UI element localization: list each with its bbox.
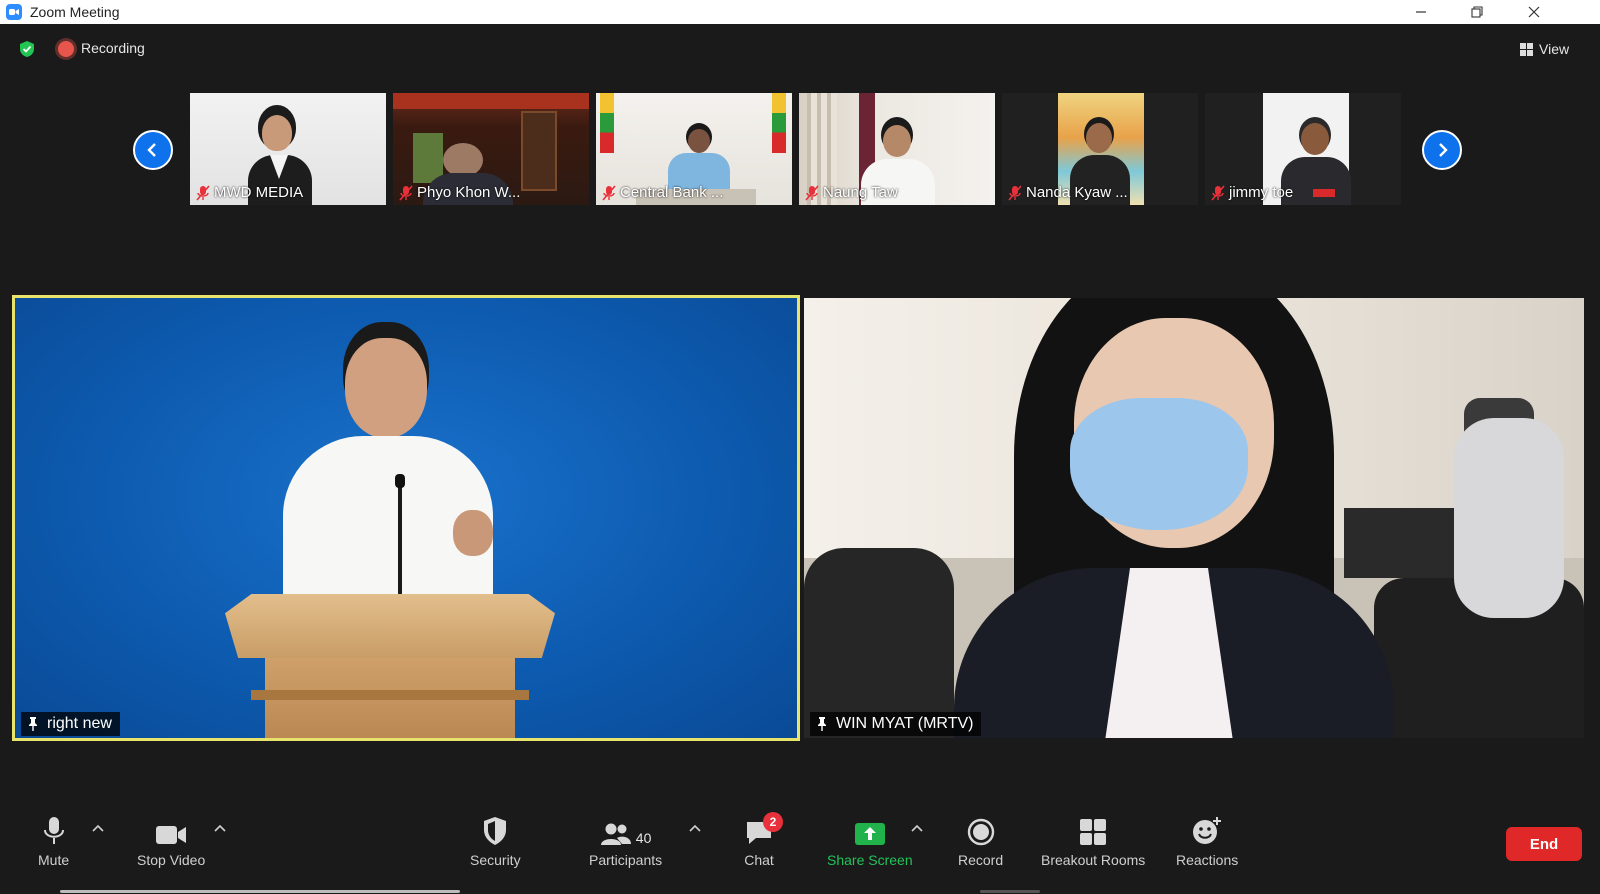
restore-icon bbox=[1471, 6, 1483, 18]
security-label: Security bbox=[470, 852, 521, 868]
participants-icon bbox=[600, 823, 631, 845]
participant-thumbnail-1[interactable]: MWD MEDIA bbox=[190, 93, 386, 205]
participant-name: MWD MEDIA bbox=[214, 184, 304, 201]
participant-name: WIN MYAT (MRTV) bbox=[836, 715, 974, 732]
breakout-rooms-label: Breakout Rooms bbox=[1041, 852, 1146, 868]
participant-thumbnail-5[interactable]: Nanda Kyaw ... bbox=[1002, 93, 1198, 205]
minimize-icon bbox=[1416, 11, 1426, 13]
tile-name-label: right new bbox=[21, 712, 120, 736]
thumbnail-label: Nanda Kyaw ... bbox=[1008, 184, 1128, 201]
shield-icon bbox=[484, 817, 507, 845]
participant-name: Nanda Kyaw ... bbox=[1026, 184, 1128, 201]
recording-label[interactable]: Recording bbox=[81, 40, 145, 56]
participant-thumbnail-4[interactable]: Naung Taw bbox=[799, 93, 995, 205]
restore-button[interactable] bbox=[1453, 0, 1501, 24]
close-icon bbox=[1528, 6, 1540, 18]
view-button[interactable]: View bbox=[1520, 38, 1569, 60]
reactions-button[interactable]: Reactions bbox=[1176, 814, 1238, 868]
record-circle-icon bbox=[967, 818, 994, 846]
thumbnail-label: Naung Taw bbox=[805, 184, 898, 201]
main-video-tile[interactable]: WIN MYAT (MRTV) bbox=[804, 298, 1584, 738]
thumbnail-label: Phyo Khon W... bbox=[399, 184, 520, 201]
security-button[interactable]: Security bbox=[470, 814, 521, 868]
pin-icon bbox=[29, 717, 37, 731]
scroll-indicator bbox=[60, 890, 460, 893]
video-options-chevron-up-icon[interactable] bbox=[214, 824, 226, 832]
share-screen-label: Share Screen bbox=[827, 852, 913, 868]
mic-muted-icon bbox=[1008, 184, 1022, 201]
previous-page-button[interactable] bbox=[133, 130, 173, 170]
breakout-rooms-button[interactable]: Breakout Rooms bbox=[1041, 814, 1145, 868]
chat-label: Chat bbox=[744, 852, 774, 868]
chevron-left-icon bbox=[147, 143, 156, 157]
participant-thumbnail-3[interactable]: Central Bank ... bbox=[596, 93, 792, 205]
thumbnail-label: Central Bank ... bbox=[602, 184, 723, 201]
audio-options-chevron-up-icon[interactable] bbox=[92, 824, 104, 832]
stop-video-label: Stop Video bbox=[137, 852, 206, 868]
minimize-button[interactable] bbox=[1397, 0, 1445, 24]
mic-muted-icon bbox=[602, 184, 616, 201]
participants-label: Participants bbox=[589, 852, 663, 868]
main-video-tile-active-speaker[interactable]: right new bbox=[12, 295, 800, 741]
grid-view-icon bbox=[1520, 42, 1533, 56]
participant-name: Naung Taw bbox=[823, 184, 898, 201]
reactions-label: Reactions bbox=[1176, 852, 1239, 868]
end-meeting-button[interactable]: End bbox=[1506, 827, 1582, 861]
participants-count: 40 bbox=[635, 830, 652, 846]
mute-label: Mute bbox=[38, 852, 70, 868]
view-label: View bbox=[1539, 41, 1570, 57]
next-page-button[interactable] bbox=[1422, 130, 1462, 170]
stop-video-button[interactable]: Stop Video bbox=[137, 814, 205, 868]
mic-muted-icon bbox=[196, 184, 210, 201]
participant-name: Phyo Khon W... bbox=[417, 184, 521, 201]
participant-name: Central Bank ... bbox=[620, 184, 724, 201]
window-title: Zoom Meeting bbox=[30, 4, 120, 20]
pin-icon bbox=[818, 717, 826, 731]
encryption-shield-icon[interactable] bbox=[18, 40, 36, 58]
participant-thumbnail-6[interactable]: jimmy toe bbox=[1205, 93, 1401, 205]
share-screen-arrow-icon bbox=[854, 823, 885, 845]
meeting-toolbar: Mute Stop Video Security 40 Participants… bbox=[0, 800, 1600, 894]
breakout-rooms-grid-icon bbox=[1080, 819, 1107, 845]
mic-muted-icon bbox=[399, 184, 413, 201]
mute-button[interactable]: Mute bbox=[38, 814, 69, 868]
mic-muted-icon bbox=[805, 184, 819, 201]
close-button[interactable] bbox=[1510, 0, 1558, 24]
tile-name-label: WIN MYAT (MRTV) bbox=[810, 712, 982, 736]
chat-unread-badge: 2 bbox=[763, 812, 783, 832]
share-screen-button[interactable]: Share Screen bbox=[827, 814, 913, 868]
smiley-plus-icon bbox=[1193, 817, 1222, 844]
window-titlebar: Zoom Meeting bbox=[0, 0, 1600, 24]
record-button[interactable]: Record bbox=[958, 814, 1003, 868]
participant-name: jimmy toe bbox=[1229, 184, 1294, 201]
mic-muted-icon bbox=[1211, 184, 1225, 201]
participants-options-chevron-up-icon[interactable] bbox=[689, 824, 701, 832]
zoom-app-icon bbox=[6, 4, 22, 20]
participants-button[interactable]: 40 Participants bbox=[589, 814, 662, 868]
microphone-icon bbox=[43, 817, 64, 844]
recording-indicator-icon[interactable] bbox=[58, 41, 74, 57]
thumbnail-label: jimmy toe bbox=[1211, 184, 1293, 201]
scroll-indicator-secondary bbox=[980, 890, 1040, 893]
participant-thumbnail-2[interactable]: Phyo Khon W... bbox=[393, 93, 589, 205]
participant-name: right new bbox=[47, 715, 112, 732]
share-options-chevron-up-icon[interactable] bbox=[911, 824, 923, 832]
video-camera-icon bbox=[156, 826, 187, 844]
chevron-right-icon bbox=[1439, 143, 1448, 157]
thumbnail-label: MWD MEDIA bbox=[196, 184, 303, 201]
record-label: Record bbox=[958, 852, 1004, 868]
